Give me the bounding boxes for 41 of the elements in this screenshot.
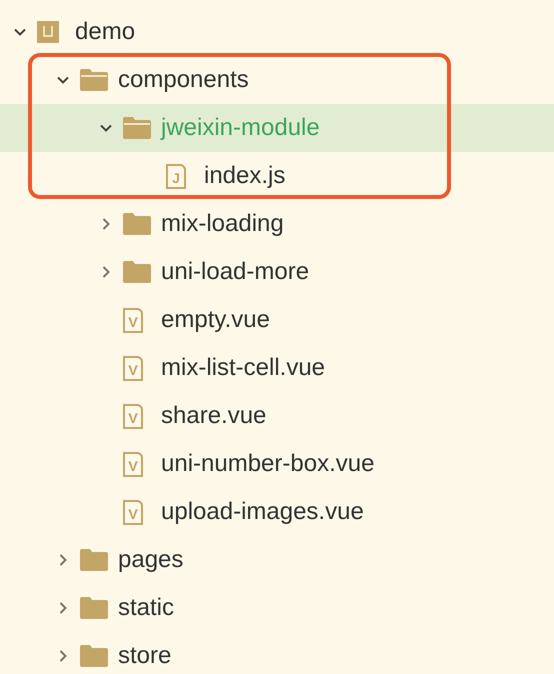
tree-item[interactable]: mix-loading (0, 200, 554, 248)
tree-item[interactable]: store (0, 632, 554, 674)
item-label: store (118, 641, 172, 671)
folder-icon (80, 549, 108, 571)
folder-icon (123, 261, 151, 283)
tree-item[interactable]: demo (0, 8, 554, 56)
tree-item[interactable]: J index.js (0, 152, 554, 200)
file-icon: V (123, 308, 143, 332)
item-label: upload-images.vue (161, 497, 364, 527)
folder-icon (123, 117, 151, 139)
file-icon: V (123, 356, 143, 380)
tree-item[interactable]: V uni-number-box.vue (0, 440, 554, 488)
tree-item[interactable]: components (0, 56, 554, 104)
item-label: index.js (204, 161, 286, 191)
tree-item[interactable]: V empty.vue (0, 296, 554, 344)
project-icon (37, 21, 59, 43)
item-label: mix-loading (161, 209, 284, 239)
tree-item[interactable]: V share.vue (0, 392, 554, 440)
folder-icon (80, 69, 108, 91)
file-icon: V (123, 404, 143, 428)
item-label: share.vue (161, 401, 266, 431)
folder-icon (123, 213, 151, 235)
item-label: jweixin-module (161, 113, 320, 143)
file-icon: J (166, 164, 186, 188)
tree-item[interactable]: V upload-images.vue (0, 488, 554, 536)
file-icon: V (123, 500, 143, 524)
folder-icon (80, 645, 108, 667)
folder-icon (80, 597, 108, 619)
item-label: uni-number-box.vue (161, 449, 374, 479)
tree-item[interactable]: pages (0, 536, 554, 584)
tree-item[interactable]: static (0, 584, 554, 632)
item-label: components (118, 65, 249, 95)
item-label: pages (118, 545, 184, 575)
file-icon: V (123, 452, 143, 476)
item-label: mix-list-cell.vue (161, 353, 326, 383)
tree-item[interactable]: uni-load-more (0, 248, 554, 296)
item-label: static (118, 593, 174, 623)
item-label: uni-load-more (161, 257, 310, 287)
item-label: empty.vue (161, 305, 270, 335)
tree-item[interactable]: V mix-list-cell.vue (0, 344, 554, 392)
item-label: demo (75, 17, 136, 47)
